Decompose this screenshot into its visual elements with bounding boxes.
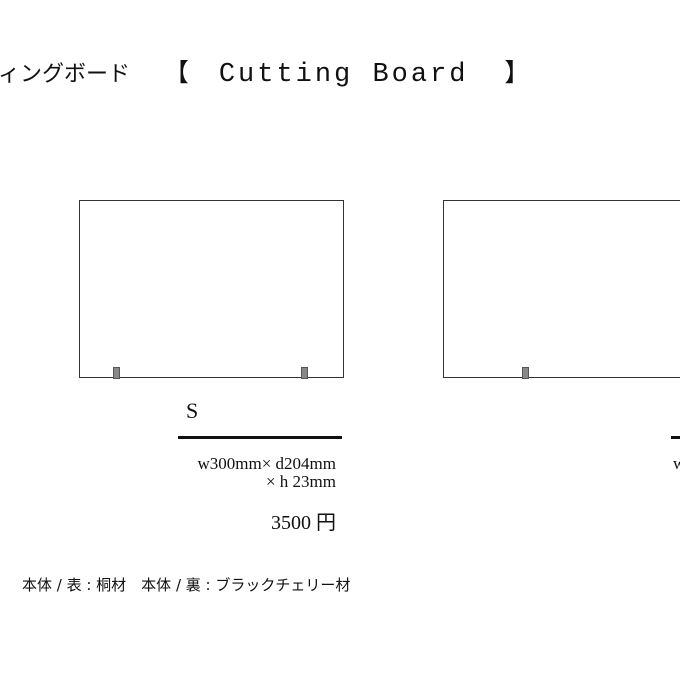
bracket-open: 【 [163, 58, 189, 87]
page-title: ィングボード 【 Cutting Board 】 [0, 56, 529, 92]
bracket-close: 】 [504, 58, 530, 87]
board-foot [113, 367, 120, 379]
board-drawing-partial [443, 200, 680, 378]
board-foot [522, 367, 529, 379]
price-s: 3500 円 [271, 512, 336, 534]
title-jp: ィングボード [0, 62, 131, 87]
dims-line: × h 23mm [265, 472, 336, 491]
board-drawing-s [79, 200, 344, 378]
divider-rule [671, 436, 680, 439]
dimensions-partial: w [673, 454, 680, 473]
divider-rule [178, 436, 342, 439]
dims-line: w300mm× d204mm [197, 454, 336, 473]
title-en: Cutting Board [218, 60, 469, 90]
size-label-s: S [186, 398, 199, 423]
board-foot [301, 367, 308, 379]
dimensions-s: w300mm× d204mm × h 23mm [197, 455, 336, 491]
material-note: 本体 / 表 : 桐材 本体 / 裏 : ブラックチェリー材 [22, 576, 351, 594]
